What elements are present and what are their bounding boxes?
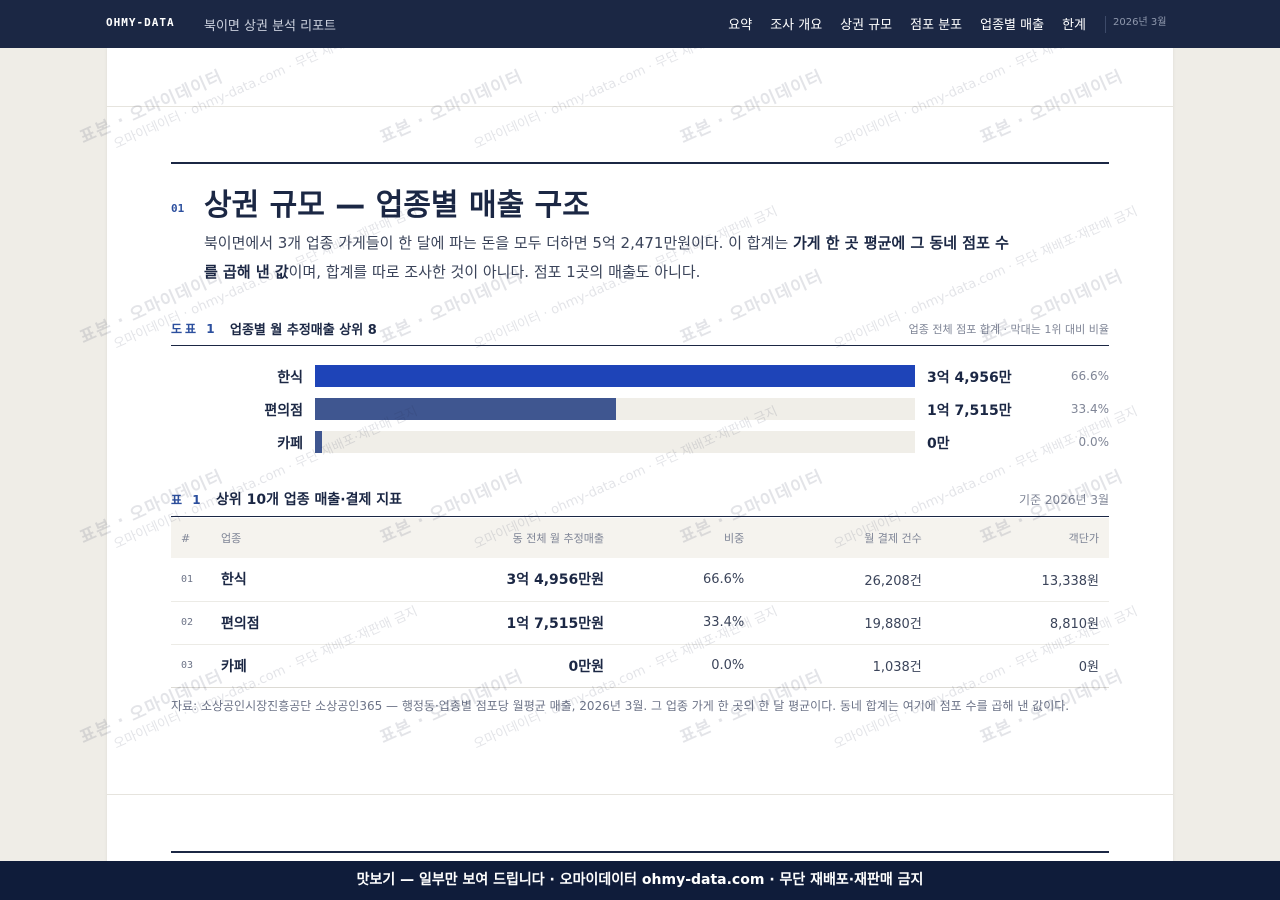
cell-industry: 편의점 bbox=[221, 615, 260, 632]
nav-sales-by-industry[interactable]: 업종별 매출 bbox=[980, 14, 1044, 33]
col-avg-ticket: 객단가 bbox=[1068, 532, 1099, 545]
table-note: 기준 2026년 3월 bbox=[1019, 493, 1109, 507]
nav-links: 요약 조사 개요 상권 규모 점포 분포 업종별 매출 한계 bbox=[728, 14, 1086, 33]
bar-value-label: 1억 7,515만 bbox=[927, 403, 1012, 419]
bar-value-label: 0만 bbox=[927, 436, 950, 452]
cell-sales: 0만원 bbox=[568, 658, 605, 675]
table-row: 01 한식 3억 4,956만원 66.6% 26,208건 13,338원 bbox=[171, 558, 1109, 601]
report-date: 2026년 3월 bbox=[1105, 16, 1166, 33]
col-share: 비중 bbox=[724, 532, 745, 545]
bar-label: 카페 bbox=[277, 436, 303, 452]
section-lead: 북이면에서 3개 업종 가게들이 한 달에 파는 돈을 모두 더하면 5억 2,… bbox=[204, 229, 1014, 287]
nav-limitations[interactable]: 한계 bbox=[1062, 14, 1086, 33]
figure-caption: 도표 1 업종별 월 추정매출 상위 8 업종 전체 점포 합계 · 막대는 1… bbox=[171, 319, 1109, 346]
cell-industry: 카페 bbox=[221, 658, 247, 675]
divider bbox=[107, 794, 1173, 795]
table-header-row: # 업종 동 전체 월 추정매출 비중 월 결제 건수 객단가 bbox=[171, 518, 1109, 558]
table-row: 03 카페 0만원 0.0% 1,038건 0원 bbox=[171, 644, 1109, 687]
col-industry: 업종 bbox=[221, 532, 242, 545]
report-title: 북이면 상권 분석 리포트 bbox=[204, 19, 336, 34]
figure-label: 도표 1 bbox=[171, 322, 218, 336]
nav-store-distribution[interactable]: 점포 분포 bbox=[910, 14, 962, 33]
bar-label: 한식 bbox=[277, 370, 303, 386]
bar-track bbox=[315, 431, 915, 453]
bar-convenience bbox=[315, 398, 617, 420]
lead-text-tail: 이며, 합계를 따로 조사한 것이 아니다. 점포 1곳의 매출도 아니다. bbox=[288, 263, 701, 281]
cell-avg-ticket: 8,810원 bbox=[1049, 617, 1099, 632]
bar-row: 편의점 1억 7,515만 33.4% bbox=[171, 398, 1109, 420]
table-row: 02 편의점 1억 7,515만원 33.4% 19,880건 8,810원 bbox=[171, 601, 1109, 644]
cell-rank: 01 bbox=[181, 573, 194, 585]
cell-rank: 03 bbox=[181, 660, 194, 671]
cell-transactions: 19,880건 bbox=[864, 617, 922, 632]
brand-logo[interactable]: OHMY-DATA bbox=[106, 16, 175, 29]
source-note: 자료: 소상공인시장진흥공단 소상공인365 — 행정동·업종별 점포당 월평균… bbox=[171, 699, 1070, 713]
section-title: 상권 규모 — 업종별 매출 구조 bbox=[204, 188, 590, 223]
preview-footer: 맛보기 — 일부만 보여 드립니다 · 오마이데이터 ohmy-data.com… bbox=[0, 861, 1280, 900]
section-number: 01 bbox=[171, 202, 185, 215]
bar-share-label: 66.6% bbox=[1070, 369, 1109, 383]
cell-avg-ticket: 0원 bbox=[1078, 660, 1099, 675]
bar-track bbox=[315, 365, 915, 387]
table-caption: 표 1 상위 10개 업종 매출·결제 지표 기준 2026년 3월 bbox=[171, 488, 1109, 517]
nav-summary[interactable]: 요약 bbox=[728, 14, 752, 33]
col-sales: 동 전체 월 추정매출 bbox=[512, 532, 605, 545]
bar-share-label: 0.0% bbox=[1078, 435, 1110, 449]
col-rank: # bbox=[181, 531, 191, 545]
cell-transactions: 1,038건 bbox=[872, 660, 922, 675]
nav-market-size[interactable]: 상권 규모 bbox=[840, 14, 892, 33]
table-label: 표 1 bbox=[171, 493, 204, 507]
cell-share: 0.0% bbox=[711, 658, 745, 673]
cell-share: 33.4% bbox=[702, 615, 745, 630]
figure-note: 업종 전체 점포 합계 · 막대는 1위 대비 비율 bbox=[908, 323, 1109, 336]
cell-share: 66.6% bbox=[702, 571, 745, 587]
col-transactions: 월 결제 건수 bbox=[864, 532, 922, 545]
bar-track bbox=[315, 398, 915, 420]
section-rule bbox=[171, 162, 1109, 164]
bar-share-label: 33.4% bbox=[1070, 402, 1109, 416]
nav-overview[interactable]: 조사 개요 bbox=[770, 14, 822, 33]
bar-hansik bbox=[315, 365, 915, 387]
figure-title: 업종별 월 추정매출 상위 8 bbox=[230, 323, 377, 338]
bar-value-label: 3억 4,956만 bbox=[927, 370, 1012, 386]
cell-avg-ticket: 13,338원 bbox=[1041, 573, 1099, 589]
report-page: 01 상권 규모 — 업종별 매출 구조 북이면에서 3개 업종 가게들이 한 … bbox=[107, 48, 1173, 900]
bar-label: 편의점 bbox=[264, 403, 303, 419]
sales-table: # 업종 동 전체 월 추정매출 비중 월 결제 건수 객단가 01 한식 3억… bbox=[171, 518, 1109, 688]
table-title: 상위 10개 업종 매출·결제 지표 bbox=[216, 492, 402, 508]
lead-text: 북이면에서 3개 업종 가게들이 한 달에 파는 돈을 모두 더하면 5억 2,… bbox=[204, 234, 793, 252]
divider bbox=[107, 106, 1173, 107]
top-navbar: OHMY-DATA 북이면 상권 분석 리포트 요약 조사 개요 상권 규모 점… bbox=[0, 0, 1280, 48]
cell-sales: 1억 7,515만원 bbox=[506, 615, 605, 632]
next-section-rule bbox=[171, 851, 1109, 853]
cell-sales: 3억 4,956만원 bbox=[506, 572, 605, 589]
cell-transactions: 26,208건 bbox=[864, 573, 922, 589]
bar-cafe bbox=[315, 431, 323, 453]
bar-row: 카페 0만 0.0% bbox=[171, 431, 1109, 453]
cell-industry: 한식 bbox=[221, 572, 247, 589]
cell-rank: 02 bbox=[181, 617, 194, 628]
bar-row: 한식 3억 4,956만 66.6% bbox=[171, 365, 1109, 387]
